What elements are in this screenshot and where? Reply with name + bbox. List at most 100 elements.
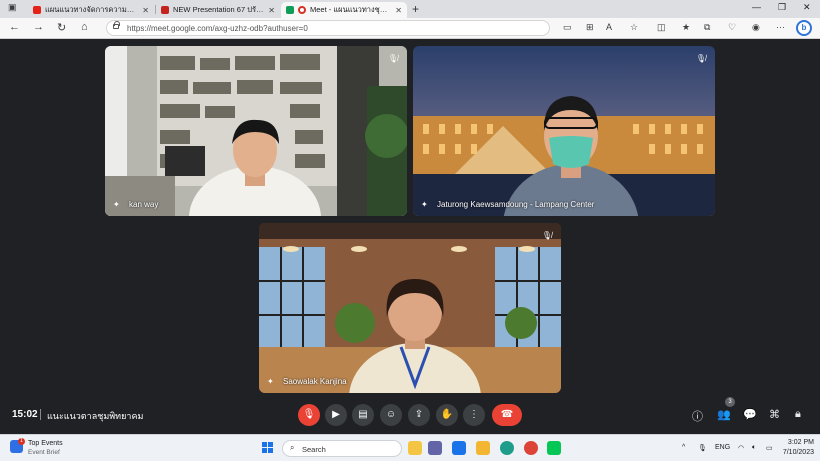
- more-menu-icon[interactable]: ···: [776, 22, 785, 32]
- search-icon: ⌕: [290, 443, 295, 452]
- notification-badge: 1: [18, 438, 25, 445]
- widget-subtitle: Event Brief: [28, 449, 60, 456]
- participant-name: Jaturong Kaewsamdoung - Lampang Center: [437, 200, 595, 209]
- phone-hangup-icon: ☎: [500, 409, 514, 420]
- apps-icon[interactable]: ⊞: [586, 22, 594, 33]
- more-vert-icon: ⋮: [469, 409, 479, 420]
- activities-icon[interactable]: ⌘: [769, 408, 780, 421]
- close-tab-icon[interactable]: ✕: [142, 6, 149, 15]
- present-button[interactable]: ⇪: [408, 404, 430, 426]
- edge-icon[interactable]: [500, 441, 514, 455]
- windows-logo-icon: [262, 448, 267, 453]
- heart-icon[interactable]: ♡: [728, 22, 736, 33]
- microphone-icon[interactable]: 🎙︎: [698, 444, 707, 452]
- divider: [40, 409, 41, 420]
- camera-toggle-button[interactable]: ▶: [325, 404, 347, 426]
- volume-icon[interactable]: 🔈︎: [752, 444, 756, 452]
- url-text: https://meet.google.com/axg-uzhz-odb?aut…: [127, 24, 308, 33]
- windows-logo-icon: [262, 442, 267, 447]
- maximize-icon[interactable]: ❐: [778, 2, 786, 13]
- participant-name: kan way: [129, 200, 159, 209]
- mic-toggle-button[interactable]: 🎙︎: [298, 404, 320, 426]
- collections-icon[interactable]: ⧉: [704, 22, 710, 33]
- camera-icon: ▶: [332, 409, 340, 420]
- windows-taskbar: 1 Top Events Event Brief ⌕ Search ^ 🎙︎ E…: [0, 434, 820, 461]
- tab-youtube[interactable]: แผนแนวทางจัดการความรู้ชุมชน การ... ✕: [28, 2, 154, 18]
- favorites-icon[interactable]: ★: [682, 22, 690, 33]
- tab-presentation[interactable]: NEW Presentation 67 ปรับล่าสุด2... ✕: [156, 2, 280, 18]
- participant-tile-1[interactable]: ✦ kan way 🎙︎̸: [105, 46, 407, 216]
- participant-tile-3[interactable]: ✦ Saowalak Kanjina 🎙︎̸: [259, 223, 561, 393]
- pin-icon[interactable]: ✦: [267, 377, 274, 386]
- mic-off-icon: 🎙︎̸: [387, 54, 398, 63]
- participant-figure-1: [189, 119, 321, 216]
- host-controls-icon[interactable]: 🔒︎: [795, 408, 801, 421]
- browser-toolbar: ← → ↻ ⌂ https://meet.google.com/axg-uzhz…: [0, 18, 820, 39]
- windows-logo-icon: [268, 442, 273, 447]
- mic-off-icon: 🎙︎: [302, 409, 316, 420]
- read-aloud-icon[interactable]: A: [606, 22, 612, 32]
- meeting-details-icon[interactable]: ⓘ: [692, 408, 703, 424]
- wifi-icon[interactable]: ◠: [738, 444, 744, 452]
- mic-off-icon: 🎙︎̸: [541, 231, 552, 240]
- tab-title: Meet - แผนแนวทางชุมพิทยาคม: [310, 5, 391, 14]
- profile-icon[interactable]: ◉: [752, 22, 760, 33]
- folder-icon[interactable]: [476, 441, 490, 455]
- home-icon[interactable]: ⌂: [81, 21, 88, 33]
- close-tab-icon[interactable]: ✕: [268, 6, 275, 15]
- people-count-badge: 3: [725, 397, 735, 407]
- file-explorer-icon[interactable]: [408, 441, 422, 455]
- camera-in-use-icon[interactable]: ▭: [563, 22, 572, 33]
- tab-title: NEW Presentation 67 ปรับล่าสุด2...: [173, 5, 264, 14]
- participant-name: Saowalak Kanjina: [283, 377, 347, 386]
- hand-icon: ✋: [440, 409, 454, 420]
- raise-hand-button[interactable]: ✋: [436, 404, 458, 426]
- pin-icon[interactable]: ✦: [421, 200, 428, 209]
- close-tab-icon[interactable]: ✕: [395, 6, 402, 15]
- participant-tile-2[interactable]: ✦ Jaturong Kaewsamdoung - Lampang Center…: [413, 46, 715, 216]
- teams-icon[interactable]: [428, 441, 442, 455]
- minimize-icon[interactable]: —: [752, 2, 761, 12]
- recording-icon: [298, 6, 306, 14]
- taskbar-date[interactable]: 7/10/2023: [776, 449, 814, 456]
- more-options-button[interactable]: ⋮: [463, 404, 485, 426]
- people-icon[interactable]: 👥: [717, 408, 731, 421]
- browser-tab-bar: ▣ แผนแนวทางจัดการความรู้ชุมชน การ... ✕ N…: [0, 0, 820, 18]
- tab-meet[interactable]: Meet - แผนแนวทางชุมพิทยาคม ✕: [281, 2, 407, 18]
- meet-icon: [286, 6, 294, 14]
- pin-icon[interactable]: ✦: [113, 200, 120, 209]
- favorite-icon[interactable]: ☆: [630, 22, 638, 33]
- lock-icon: [113, 21, 120, 29]
- taskbar-time[interactable]: 3:02 PM: [782, 439, 814, 446]
- start-button[interactable]: [262, 442, 274, 454]
- refresh-icon[interactable]: ↻: [57, 21, 66, 34]
- youtube-icon: [33, 6, 41, 14]
- participant-figure-3: [349, 279, 481, 393]
- participant-figure-2: [503, 96, 639, 216]
- battery-icon[interactable]: ▭: [766, 444, 773, 452]
- tray-chevron-icon[interactable]: ^: [682, 444, 685, 451]
- address-bar[interactable]: https://meet.google.com/axg-uzhz-odb?aut…: [106, 20, 550, 36]
- mic-off-icon: 🎙︎̸: [695, 54, 706, 63]
- reactions-button[interactable]: ☺: [380, 404, 402, 426]
- pdf-icon: [161, 6, 169, 14]
- widget-title[interactable]: Top Events: [28, 440, 63, 447]
- emoji-icon: ☺: [385, 409, 397, 420]
- captions-icon: ▤: [358, 409, 368, 420]
- line-icon[interactable]: [547, 441, 561, 455]
- chrome-icon[interactable]: [524, 441, 538, 455]
- new-tab-icon[interactable]: +: [412, 2, 419, 16]
- close-window-icon[interactable]: ✕: [803, 2, 811, 13]
- tab-actions-icon[interactable]: ▣: [8, 2, 17, 13]
- captions-button[interactable]: ▤: [352, 404, 374, 426]
- search-label: Search: [302, 445, 326, 454]
- split-screen-icon[interactable]: ◫: [657, 22, 666, 33]
- taskbar-search[interactable]: ⌕ Search: [282, 440, 402, 457]
- leave-call-button[interactable]: ☎: [492, 404, 522, 426]
- forward-icon[interactable]: →: [33, 21, 44, 33]
- back-icon[interactable]: ←: [9, 21, 20, 33]
- mail-icon[interactable]: [452, 441, 466, 455]
- chat-icon[interactable]: 💬: [743, 408, 757, 421]
- bing-chat-icon[interactable]: b: [796, 20, 812, 36]
- language-indicator[interactable]: ENG: [715, 444, 730, 451]
